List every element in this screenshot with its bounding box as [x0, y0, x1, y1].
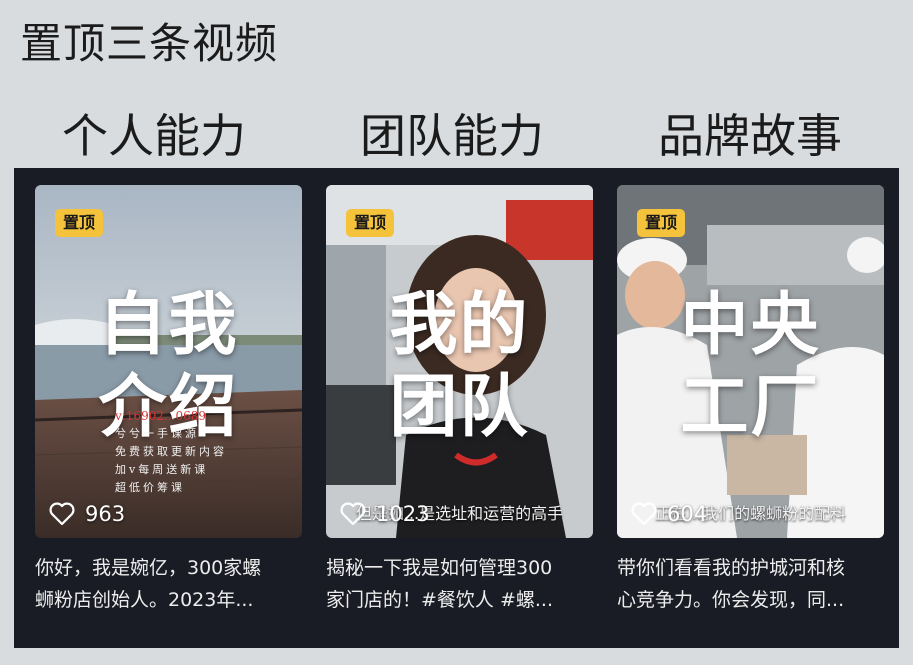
note-line: 免费获取更新内容: [115, 445, 227, 458]
page-title: 置顶三条视频: [20, 19, 279, 68]
heart-icon: [340, 502, 366, 526]
pinned-badge: 置顶: [55, 209, 103, 237]
section-label-brand: 品牌故事: [658, 109, 842, 163]
pinned-videos-panel: 置顶 自我 介绍 v:16902...0689 兮兮一手课源 免费获取更新内容 …: [14, 168, 899, 648]
pinned-badge: 置顶: [346, 209, 394, 237]
overlay-title-line2: 团队: [389, 368, 530, 447]
overlay-title-line1: 中央: [680, 286, 821, 365]
video-card-intro[interactable]: 置顶 自我 介绍 v:16902...0689 兮兮一手课源 免费获取更新内容 …: [35, 185, 302, 616]
overlay-title-line2: 工厂: [680, 368, 821, 447]
video-thumbnail[interactable]: 置顶 我的 团队 但是如...是选址和运营的高手 1023: [326, 185, 593, 538]
heart-icon: [631, 502, 657, 526]
note-line: 超低价筹课: [115, 481, 185, 494]
video-card-team[interactable]: 置顶 我的 团队 但是如...是选址和运营的高手 1023 揭秘一下我是如何管理…: [326, 185, 593, 616]
section-label-personal: 个人能力: [62, 109, 246, 163]
description-line: 揭秘一下我是如何管理300: [326, 557, 553, 579]
description-line: 蛳粉店创始人。2023年...: [35, 589, 254, 611]
like-count: 963: [85, 502, 126, 526]
description-line: 心竞争力。你会发现，同...: [617, 589, 845, 611]
like-count-row: 604: [631, 502, 707, 526]
description-line: 你好，我是婉亿，300家螺: [35, 557, 262, 579]
overlay-title-line1: 自我: [98, 286, 239, 365]
note-line: v:16902...0689: [115, 409, 206, 423]
note-line: 加v每周送新课: [115, 463, 209, 476]
video-description[interactable]: 你好，我是婉亿，300家螺 蛳粉店创始人。2023年...: [35, 552, 302, 616]
video-description[interactable]: 带你们看看我的护城河和核 心竞争力。你会发现，同...: [617, 552, 884, 616]
description-line: 家门店的！#餐饮人 #螺...: [326, 589, 553, 611]
overlay-title-line1: 我的: [389, 286, 530, 365]
video-description[interactable]: 揭秘一下我是如何管理300 家门店的！#餐饮人 #螺...: [326, 552, 593, 616]
like-count: 604: [667, 502, 708, 526]
video-card-factory[interactable]: 置顶 中央 工厂 正在...我们的螺蛳粉的配料 604 带你们看看我的护城河和核…: [617, 185, 884, 616]
heart-icon: [49, 502, 75, 526]
description-line: 带你们看看我的护城河和核: [617, 557, 846, 579]
pinned-badge: 置顶: [637, 209, 685, 237]
like-count-row: 1023: [340, 502, 429, 526]
watermark-notes: v:16902...0689 兮兮一手课源 免费获取更新内容 加v每周送新课 超…: [115, 407, 227, 497]
note-line: 兮兮一手课源: [115, 427, 199, 440]
video-thumbnail[interactable]: 置顶 自我 介绍 v:16902...0689 兮兮一手课源 免费获取更新内容 …: [35, 185, 302, 538]
section-label-team: 团队能力: [360, 109, 544, 163]
like-count-row: 963: [49, 502, 125, 526]
video-thumbnail[interactable]: 置顶 中央 工厂 正在...我们的螺蛳粉的配料 604: [617, 185, 884, 538]
like-count: 1023: [376, 502, 430, 526]
